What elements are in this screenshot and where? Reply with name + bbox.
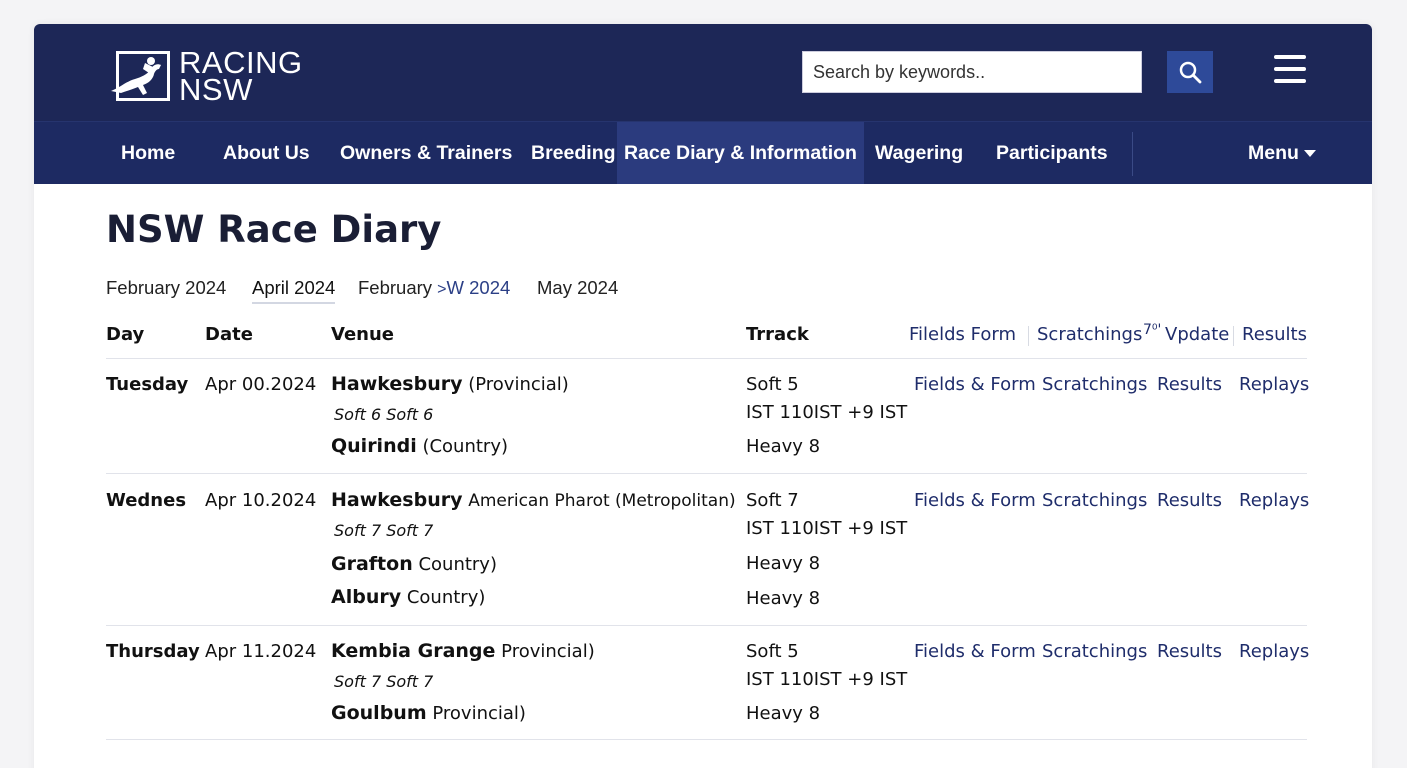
col-header-results[interactable]: Results (1242, 324, 1307, 345)
results-link[interactable]: Results (1157, 641, 1222, 662)
brand-wordmark: RACING NSW (179, 47, 303, 107)
col-header-update[interactable]: Vpdate (1165, 324, 1229, 345)
fields-form-link[interactable]: Fields & Form (914, 374, 1036, 395)
col-header-day: Day (106, 324, 145, 345)
month-tab-suffix: W 2024 (446, 277, 511, 298)
venue-name: Albury (331, 586, 402, 608)
venue-name: Hawkesbury (331, 373, 463, 395)
venue-condition: Soft 7 Soft 7 (334, 521, 434, 540)
venue-entry[interactable]: Kembia Grange Provincial) (331, 640, 595, 662)
nav-participants[interactable]: Participants (996, 122, 1108, 184)
nav-race-diary-information[interactable]: Race Diary & Information (617, 122, 864, 184)
venue-name: Quirindi (331, 435, 417, 457)
nav-menu-label: Menu (1248, 142, 1299, 164)
venue-type: (Country) (422, 436, 509, 457)
fields-form-link[interactable]: Fields & Form (914, 641, 1036, 662)
page-title: NSW Race Diary (106, 208, 442, 251)
track-rating: Heavy 8 (746, 703, 821, 724)
col-header-update-mark: 7⁰' (1143, 322, 1162, 338)
col-header-scratchings[interactable]: Scratchings (1037, 324, 1142, 345)
fields-form-link[interactable]: Fields & Form (914, 490, 1036, 511)
venue-type: Provincial) (432, 703, 526, 724)
row-divider (106, 625, 1307, 626)
track-detail: IST 110IST +9 IST (746, 402, 908, 423)
venue-type: Country) (406, 587, 486, 608)
search-icon (1179, 61, 1202, 84)
replays-link[interactable]: Replays (1239, 374, 1309, 395)
track-rating: Heavy 8 (746, 588, 821, 609)
venue-entry[interactable]: Albury Country) (331, 586, 485, 608)
month-tab-february-w[interactable]: February >W 2024 (358, 277, 510, 299)
nav-menu-dropdown[interactable]: Menu (1248, 122, 1316, 184)
track-detail: IST 110IST +9 IST (746, 669, 908, 690)
nav-home[interactable]: Home (121, 122, 175, 184)
row-date: Apr 10.2024 (205, 490, 317, 511)
venue-type: American Pharot (Metropolitan) (468, 491, 736, 511)
scratchings-link[interactable]: Scratchings (1042, 641, 1147, 662)
month-tab-prefix: February (358, 277, 433, 298)
site-header: RACING NSW (34, 24, 1372, 121)
scratchings-link[interactable]: Scratchings (1042, 374, 1147, 395)
caret-down-icon (1303, 150, 1316, 158)
hamburger-menu-icon[interactable] (1274, 55, 1306, 85)
venue-type: Provincial) (501, 641, 595, 662)
nav-owners-trainers[interactable]: Owners & Trainers (340, 122, 512, 184)
month-tab-may[interactable]: May 2024 (537, 277, 618, 299)
track-rating: Heavy 8 (746, 553, 821, 574)
results-link[interactable]: Results (1157, 490, 1222, 511)
nav-breeding[interactable]: Breeding (531, 122, 616, 184)
row-day: Tuesday (106, 374, 189, 395)
row-date: Apr 11.2024 (205, 641, 317, 662)
nav-divider (1132, 132, 1133, 176)
track-rating: Soft 5 (746, 641, 799, 662)
row-day: Wednes (106, 490, 187, 511)
main-nav: Home About Us Owners & Trainers Breeding… (34, 121, 1372, 184)
track-rating: Heavy 8 (746, 436, 821, 457)
venue-entry[interactable]: Quirindi (Country) (331, 435, 508, 457)
row-divider (106, 739, 1307, 740)
col-header-venue: Venue (331, 324, 394, 345)
replays-link[interactable]: Replays (1239, 490, 1309, 511)
row-date: Apr 00.2024 (205, 374, 317, 395)
venue-entry[interactable]: Hawkesbury American Pharot (Metropolitan… (331, 489, 736, 511)
chevron-right-icon: > (437, 281, 447, 298)
col-header-fields-form[interactable]: Filelds Form (909, 324, 1016, 345)
venue-type: Country) (418, 554, 497, 575)
venue-entry[interactable]: Hawkesbury (Provincial) (331, 373, 569, 395)
track-rating: Soft 5 (746, 374, 799, 395)
track-rating: Soft 7 (746, 490, 799, 511)
track-detail: IST 110IST +9 IST (746, 518, 908, 539)
racing-nsw-logo[interactable]: RACING NSW (104, 47, 314, 107)
brand-line-nsw: NSW (179, 72, 253, 107)
row-divider (106, 473, 1307, 474)
venue-type: (Provincial) (468, 374, 569, 395)
venue-condition: Soft 7 Soft 7 (334, 672, 434, 691)
header-divider (1233, 326, 1234, 346)
header-divider (1028, 326, 1029, 346)
results-link[interactable]: Results (1157, 374, 1222, 395)
row-divider (106, 358, 1307, 359)
replays-link[interactable]: Replays (1239, 641, 1309, 662)
venue-condition: Soft 6 Soft 6 (334, 405, 434, 424)
venue-name: Grafton (331, 553, 413, 575)
search-input[interactable] (802, 51, 1142, 93)
venue-entry[interactable]: Grafton Country) (331, 553, 497, 575)
nav-wagering[interactable]: Wagering (875, 122, 963, 184)
horse-and-jockey-logo-icon (111, 51, 170, 101)
col-header-date: Date (205, 324, 253, 345)
scratchings-link[interactable]: Scratchings (1042, 490, 1147, 511)
venue-name: Kembia Grange (331, 640, 496, 662)
month-tabs: February 2024 April 2024 February >W 202… (34, 277, 1372, 307)
page-frame: RACING NSW Home About Us Owners & Traine… (34, 24, 1372, 768)
nav-about-us[interactable]: About Us (223, 122, 310, 184)
venue-name: Hawkesbury (331, 489, 463, 511)
venue-name: Goulbum (331, 702, 427, 724)
venue-entry[interactable]: Goulbum Provincial) (331, 702, 526, 724)
search-button[interactable] (1167, 51, 1213, 93)
col-header-track: Trrack (746, 324, 809, 345)
month-tab-april[interactable]: April 2024 (252, 277, 336, 304)
row-day: Thursday (106, 641, 200, 662)
month-tab-february[interactable]: February 2024 (106, 277, 226, 299)
